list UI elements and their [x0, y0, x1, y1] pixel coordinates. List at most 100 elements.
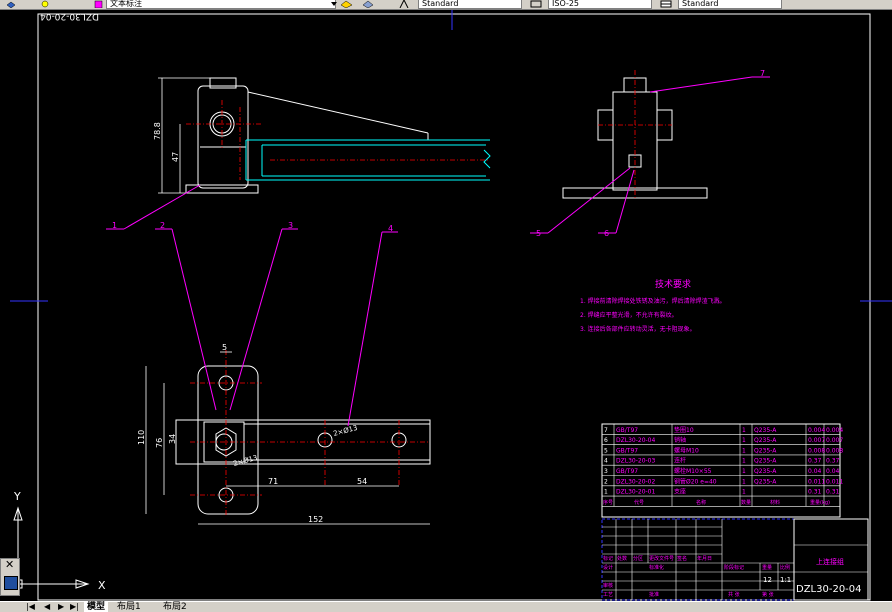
tb-scale-label: 比例 [780, 564, 790, 571]
tb-approve: 批准 [649, 591, 659, 598]
drawing-frame [37, 13, 871, 601]
color-square-icon[interactable] [94, 0, 104, 9]
bom-cell-mat: Q235-A [754, 478, 777, 485]
tech-item-1: 1. 焊接前清除焊接处铁锈及油污，焊后清除焊渣飞溅。 [580, 297, 726, 305]
layer-stack-icon[interactable] [362, 0, 374, 9]
dim-hole-dia: 2×Ø13 [332, 424, 358, 438]
bom-cell-no: 3 [604, 468, 608, 475]
chevron-down-icon[interactable] [330, 0, 340, 8]
bom-header-qty: 数量 [741, 499, 751, 506]
bom-cell-w2: 0.007 [826, 437, 843, 444]
bom-cell-code: GB/T97 [616, 447, 638, 454]
tb-mark: 标记 [603, 555, 613, 562]
tech-item-2: 2. 焊缝应平整光滑，不允许有裂纹。 [580, 311, 678, 319]
dim-style-icon[interactable] [530, 0, 542, 8]
ucs-x-label: X [98, 579, 106, 592]
tb-design: 设计 [603, 564, 613, 571]
bom-cell-code: DZL30-20-01 [616, 489, 655, 496]
balloon-6: 6 [604, 229, 609, 238]
dim-style-combo[interactable]: ISO-25 [548, 0, 652, 9]
dim-plan-inner: 34 [168, 434, 177, 444]
tech-item-3: 3. 连接后各部件应转动灵活，无卡阻现象。 [580, 325, 696, 333]
bom-cell-qty: 1 [742, 468, 746, 475]
bom-cell-name: 垫圈10 [674, 426, 694, 434]
bom-cell-no: 1 [604, 489, 608, 496]
bom-header-no: 序号 [603, 499, 613, 506]
tb-date: 年月日 [697, 555, 712, 562]
bom-cell-qty: 1 [742, 447, 746, 454]
ucs-icon [13, 506, 90, 589]
plan-dim-lines [145, 351, 430, 525]
tb-sheet-no: 第 张 [762, 591, 774, 598]
bom-cell-code: GB/T97 [616, 468, 638, 475]
balloon-4: 4 [388, 224, 393, 233]
bom-cell-w1: 0.37 [808, 458, 822, 465]
table-style-value: Standard [682, 0, 719, 8]
dim-71: 71 [268, 477, 278, 486]
standard-style-combo[interactable]: Standard [418, 0, 522, 9]
bom-header-weight: 重量(kg) [810, 499, 830, 506]
bulb-icon[interactable] [40, 0, 50, 8]
tb-stage-mark: 阶段标记 [724, 564, 744, 571]
balloon-2: 2 [160, 221, 165, 230]
bom-header-mat: 材料 [770, 499, 780, 506]
bom-table: 7 GB/T97 垫圈10 1 Q235-A 0.004 0.004 6 DZL30-20-04… [601, 423, 843, 518]
tb-drawing-number: DZL30-20-04 [796, 584, 862, 595]
tb-sheet-qty: 12 [763, 576, 772, 584]
layout-tab-bar: |◀ ◀ ▶ ▶| 模型 布局1 布局2 [0, 601, 892, 612]
text-style-combo[interactable]: 文本标注 [106, 0, 336, 9]
drawing-canvas[interactable]: DZL30-20-04 78.8 47 110 76 34 5 2×Ø13 2×… [0, 10, 892, 601]
layer-icon[interactable] [6, 0, 16, 9]
title-block: 标记 处数 分区 更改文件号 签名 年月日 设计 标准化 阶段标记 重量 比例 … [601, 518, 869, 601]
bom-cell-mat: Q235-A [754, 427, 777, 434]
bom-cell-w2: 0.008 [826, 447, 843, 454]
bom-cell-mat: Q235-A [754, 447, 777, 454]
bom-cell-mat: Q235-A [754, 468, 777, 475]
dim-width-5: 5 [222, 343, 227, 352]
tb-weight: 重量 [762, 564, 772, 571]
frame-center-marks [10, 10, 892, 302]
table-style-combo[interactable]: Standard [678, 0, 782, 9]
bom-cell-name: 螺母M10 [674, 446, 699, 454]
dim-plan-mid: 76 [155, 438, 164, 448]
bom-cell-qty: 1 [742, 489, 746, 496]
bom-cell-w2: 0.011 [826, 478, 843, 485]
bom-cell-name: 支座 [674, 488, 686, 496]
bom-cell-qty: 1 [742, 437, 746, 444]
layer-tool-icon[interactable] [340, 0, 353, 9]
bom-cell-code: DZL30-20-04 [616, 437, 655, 444]
balloon-3: 3 [288, 221, 293, 230]
bom-cell-name: 钢管Ø20 e=40 [674, 477, 717, 485]
dim-plan-height: 110 [137, 430, 146, 445]
text-style-icon[interactable] [398, 0, 409, 9]
bom-cell-no: 2 [604, 478, 608, 485]
standard-style-value: Standard [422, 0, 459, 8]
dim-height-axis: 47 [171, 152, 180, 162]
side-tool-panel: ✕ [0, 558, 20, 596]
tb-audit: 审核 [603, 582, 613, 589]
tech-requirements: 技术要求 1. 焊接前清除焊接处铁锈及油污，焊后清除焊渣飞溅。 2. 焊缝应平整… [580, 278, 726, 333]
bom-cell-code: GB/T97 [616, 427, 638, 434]
table-style-icon[interactable] [660, 0, 672, 8]
bom-cell-name: 螺栓M10×55 [674, 467, 712, 475]
bom-cell-mat: Q235-A [754, 458, 777, 465]
leader-lines [106, 76, 770, 427]
close-icon[interactable]: ✕ [5, 558, 14, 571]
bom-cell-no: 5 [604, 447, 608, 454]
tb-part-name: 上连接组 [816, 557, 844, 566]
bom-cell-w1: 0.011 [808, 478, 825, 485]
bom-cell-w1: 0.04 [808, 468, 822, 475]
front-view: 78.8 47 [153, 77, 491, 194]
bom-cell-w2: 0.31 [826, 489, 840, 496]
toolbar: 文本标注 Standard ISO-25 Standard [0, 0, 892, 10]
properties-icon[interactable] [4, 576, 18, 590]
bom-cell-no: 4 [604, 458, 608, 465]
bom-cell-code: DZL30-20-02 [616, 478, 655, 485]
tb-sheet-total: 共 张 [728, 591, 740, 598]
bom-cell-mat: Q235-A [754, 437, 777, 444]
bom-cell-qty: 1 [742, 427, 746, 434]
dim-54: 54 [357, 477, 367, 486]
tb-count: 处数 [617, 555, 627, 562]
bom-cell-w2: 0.04 [826, 468, 840, 475]
bom-cell-no: 7 [604, 427, 608, 434]
